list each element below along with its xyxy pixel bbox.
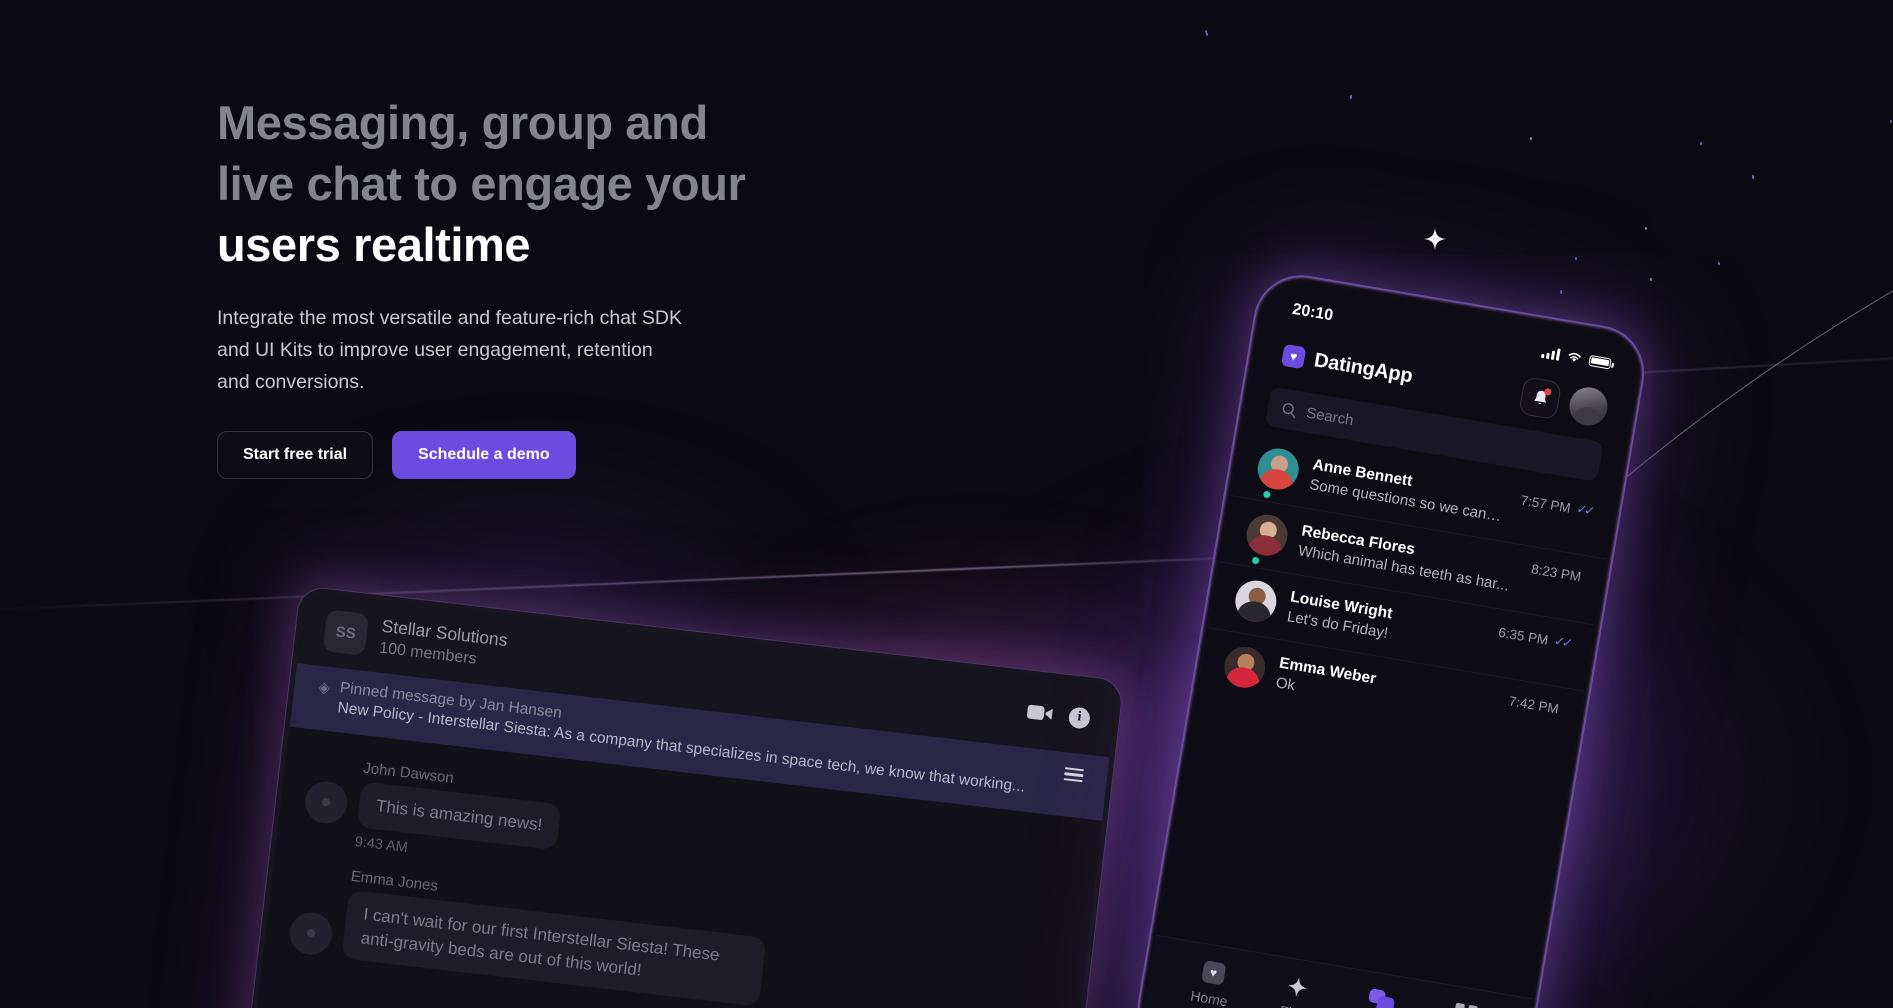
online-indicator	[1249, 554, 1262, 567]
star-dot	[1530, 137, 1532, 140]
headline-line-2: live chat to engage your	[217, 157, 746, 210]
chat-time: 6:35 PM	[1497, 624, 1550, 648]
wifi-icon	[1568, 352, 1581, 362]
star-dot	[1350, 95, 1352, 99]
star-dot	[1560, 290, 1562, 294]
nav-item-matches[interactable]: Matches	[1340, 984, 1420, 1008]
avatar	[1243, 511, 1291, 559]
status-time: 20:10	[1291, 300, 1335, 325]
star-dot	[1205, 30, 1207, 33]
pin-icon: ◈	[317, 678, 331, 698]
star-dot	[1206, 33, 1208, 36]
read-receipt-icon: ✓✓	[1552, 633, 1572, 651]
desktop-header-actions: i	[1026, 701, 1092, 730]
read-receipt-icon: ✓✓	[1575, 500, 1594, 519]
avatar	[1232, 577, 1280, 625]
star-dot	[1752, 175, 1754, 179]
online-indicator	[1260, 488, 1274, 501]
nav-label: Find	[1278, 1002, 1308, 1008]
start-free-trial-button[interactable]: Start free trial	[217, 431, 374, 479]
chat-list: Anne Bennett Some questions so we can ge…	[1197, 429, 1618, 757]
signal-bars-icon	[1540, 346, 1561, 361]
sparkle-star-icon	[1424, 228, 1446, 250]
star-dot	[1718, 262, 1720, 265]
list-icon[interactable]	[1063, 763, 1085, 783]
bell-icon[interactable]	[1518, 376, 1563, 421]
notification-badge	[1543, 387, 1552, 396]
subcopy-line-3: and conversions.	[217, 371, 365, 393]
grid-icon	[1453, 1002, 1479, 1008]
battery-icon	[1588, 354, 1612, 369]
search-placeholder: Search	[1305, 404, 1355, 429]
chat-bubbles-icon	[1367, 988, 1396, 1008]
schedule-demo-button[interactable]: Schedule a demo	[392, 431, 576, 479]
star-dot	[1700, 142, 1702, 145]
chat-time: 7:57 PM	[1519, 492, 1572, 516]
headline-line-1: Messaging, group and	[217, 96, 708, 149]
chat-time: 8:23 PM	[1530, 561, 1583, 585]
nav-item-find[interactable]: Find	[1255, 970, 1335, 1008]
star-dot	[1575, 257, 1577, 260]
page-stage: Messaging, group and live chat to engage…	[0, 0, 1893, 1008]
avatar	[1254, 445, 1302, 493]
nav-item-explore[interactable]: Explore	[1423, 998, 1503, 1008]
avatar	[1221, 643, 1269, 691]
search-icon	[1282, 402, 1296, 418]
group-info: Stellar Solutions 100 members	[378, 616, 508, 672]
star-dot	[1650, 278, 1652, 281]
subcopy-line-2: and UI Kits to improve user engagement, …	[217, 339, 653, 361]
headline-line-3: users realtime	[217, 218, 531, 271]
user-avatar[interactable]	[1566, 384, 1611, 429]
star-dot	[1645, 227, 1647, 230]
hero-section: Messaging, group and live chat to engage…	[217, 92, 937, 479]
page-title: Messaging, group and live chat to engage…	[217, 92, 937, 275]
video-camera-icon[interactable]	[1026, 702, 1054, 723]
hero-subcopy: Integrate the most versatile and feature…	[217, 302, 877, 398]
avatar: ●	[302, 778, 350, 826]
chat-time: 7:42 PM	[1507, 693, 1560, 717]
heart-logo-icon: ♥	[1281, 343, 1307, 370]
nav-label: Home	[1189, 987, 1229, 1008]
star-dot	[1890, 120, 1892, 123]
subcopy-line-1: Integrate the most versatile and feature…	[217, 307, 682, 329]
phone-bottom-nav: ♥ Home Find Matches	[1138, 934, 1532, 1008]
info-icon[interactable]: i	[1067, 705, 1092, 730]
home-heart-icon: ♥	[1200, 960, 1227, 986]
group-avatar: SS	[322, 609, 370, 656]
nav-item-home[interactable]: ♥ Home	[1171, 956, 1251, 1008]
hero-cta-row: Start free trial Schedule a demo	[217, 431, 937, 479]
app-name: DatingApp	[1312, 348, 1415, 387]
sparkle-icon	[1287, 977, 1308, 997]
avatar: ●	[287, 910, 335, 958]
